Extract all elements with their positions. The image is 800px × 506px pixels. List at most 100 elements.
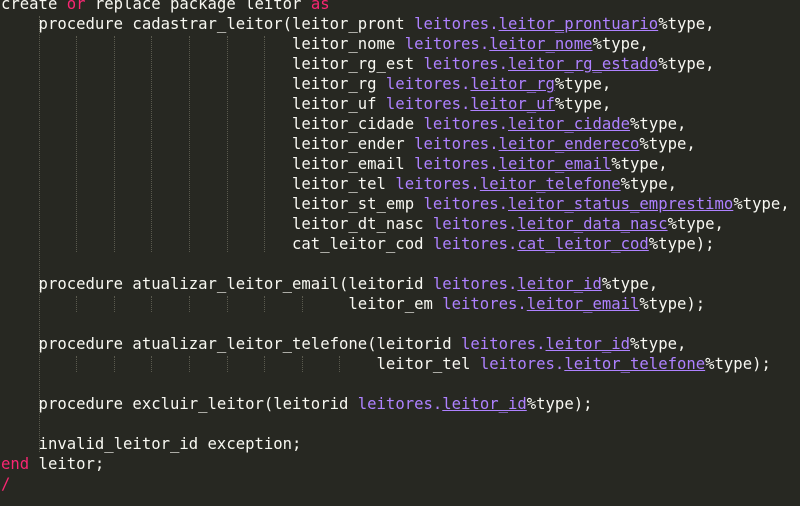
code-token: leitor_endereco xyxy=(498,135,640,153)
code-token: leitor_tel xyxy=(1,355,480,373)
code-line[interactable]: cat_leitor_cod leitores.cat_leitor_cod%t… xyxy=(1,234,790,254)
code-token: leitor_em xyxy=(1,295,443,313)
code-token: leitor_telefone xyxy=(564,355,706,373)
code-token: cat_leitor_cod xyxy=(1,235,433,253)
code-token: %type); xyxy=(705,355,771,373)
code-line[interactable]: leitor_rg leitores.leitor_rg%type, xyxy=(1,74,790,94)
code-token: leitor_rg xyxy=(470,75,555,93)
code-token: . xyxy=(432,395,443,413)
code-line[interactable]: procedure atualizar_leitor_email(leitori… xyxy=(1,274,790,294)
code-line[interactable]: leitor_tel leitores.leitor_telefone%type… xyxy=(1,174,790,194)
code-token: cat_leitor_cod xyxy=(517,235,649,253)
code-token: leitores xyxy=(414,15,490,33)
code-line[interactable]: procedure excluir_leitor(leitorid leitor… xyxy=(1,394,790,414)
code-editor[interactable]: create or replace package leitor as proc… xyxy=(0,0,800,506)
code-token: leitor_rg_est xyxy=(1,55,424,73)
code-token: leitores xyxy=(395,175,471,193)
code-line[interactable]: leitor_tel leitores.leitor_telefone%type… xyxy=(1,354,790,374)
code-token: leitores xyxy=(442,295,518,313)
code-line[interactable] xyxy=(1,374,790,394)
code-token: %type); xyxy=(639,295,706,313)
code-token: leitor_email xyxy=(1,155,415,173)
code-line[interactable]: leitor_em leitores.leitor_email%type); xyxy=(1,294,790,314)
code-token: invalid_leitor_id exception; xyxy=(1,435,302,453)
code-token: %type); xyxy=(648,235,715,253)
code-token: leitores xyxy=(404,35,480,53)
code-token: %type); xyxy=(526,395,593,413)
code-token: leitores xyxy=(423,195,499,213)
code-token: leitores xyxy=(461,335,537,353)
code-token: %type, xyxy=(620,175,677,193)
code-line[interactable] xyxy=(1,254,790,274)
code-token: %type, xyxy=(554,95,612,113)
code-token: leitores xyxy=(432,235,508,253)
code-token: leitores xyxy=(385,75,462,93)
code-line[interactable]: invalid_leitor_id exception; xyxy=(1,434,790,454)
code-token: leitor_nome xyxy=(489,35,593,53)
code-token: leitor_nome xyxy=(1,35,405,53)
code-token: leitor_rg_estado xyxy=(507,55,659,73)
code-token: . xyxy=(489,15,499,33)
code-token: %type, xyxy=(639,135,696,153)
code-token: %type, xyxy=(630,115,687,133)
code-token: . xyxy=(479,35,490,53)
code-line[interactable] xyxy=(1,414,790,434)
code-token: . xyxy=(507,215,518,233)
code-token: leitores xyxy=(385,95,462,113)
code-line[interactable]: leitor_ender leitores.leitor_endereco%ty… xyxy=(1,134,790,154)
code-token: . xyxy=(507,235,518,253)
code-line[interactable]: end leitor; xyxy=(1,454,790,474)
code-token: leitor_data_nasc xyxy=(517,215,668,233)
code-token: leitor_id xyxy=(517,275,602,293)
code-line[interactable]: leitor_cidade leitores.leitor_cidade%typ… xyxy=(1,114,790,134)
code-token: . xyxy=(461,75,471,93)
code-line[interactable]: leitor_uf leitores.leitor_uf%type, xyxy=(1,94,790,114)
code-token: leitores xyxy=(479,355,555,373)
code-token: . xyxy=(461,95,471,113)
code-line[interactable]: leitor_email leitores.leitor_email%type, xyxy=(1,154,790,174)
code-token: leitor_prontuario xyxy=(498,15,659,33)
code-token: procedure atualizar_leitor_telefone(leit… xyxy=(1,335,462,353)
code-token: leitores xyxy=(432,215,508,233)
code-token: . xyxy=(536,335,546,353)
code-token: create xyxy=(1,0,67,13)
code-token: . xyxy=(498,115,508,133)
code-token: or xyxy=(66,0,86,13)
code-token: procedure cadastrar_leitor(leitor_pront xyxy=(1,15,415,33)
code-token: leitor_st_emp xyxy=(1,195,424,213)
code-token: %type, xyxy=(554,75,612,93)
code-line[interactable]: procedure cadastrar_leitor(leitor_pront … xyxy=(1,14,790,34)
code-line[interactable]: create or replace package leitor as xyxy=(1,0,790,14)
code-token: leitor_telefone xyxy=(479,175,621,193)
code-token: leitor_email xyxy=(526,295,640,313)
code-token: leitores xyxy=(432,275,508,293)
code-token: leitor_ender xyxy=(1,135,415,153)
code-line[interactable]: leitor_rg_est leitores.leitor_rg_estado%… xyxy=(1,54,790,74)
code-token: leitor_uf xyxy=(470,95,555,113)
code-token: procedure atualizar_leitor_email(leitori… xyxy=(1,275,433,293)
code-line[interactable] xyxy=(1,314,790,334)
code-token: . xyxy=(517,295,527,313)
code-token: %type, xyxy=(667,215,724,233)
code-token: leitor_uf xyxy=(1,95,386,113)
code-line[interactable]: procedure atualizar_leitor_telefone(leit… xyxy=(1,334,790,354)
code-token: leitor; xyxy=(29,455,105,473)
code-token: %type, xyxy=(592,35,649,53)
code-token: %type, xyxy=(733,195,790,213)
code-token: %type, xyxy=(611,155,668,173)
code-token: leitor_status_emprestimo xyxy=(507,195,734,213)
code-token: procedure excluir_leitor(leitorid xyxy=(1,395,358,413)
code-line[interactable]: leitor_st_emp leitores.leitor_status_emp… xyxy=(1,194,790,214)
code-content[interactable]: create or replace package leitor as proc… xyxy=(1,0,790,494)
code-token: . xyxy=(470,175,480,193)
code-line[interactable]: leitor_nome leitores.leitor_nome%type, xyxy=(1,34,790,54)
code-token: leitor_id xyxy=(545,335,631,353)
code-token: leitores xyxy=(423,115,499,133)
code-token: . xyxy=(507,275,518,293)
code-token: %type, xyxy=(658,15,715,33)
code-line[interactable]: leitor_dt_nasc leitores.leitor_data_nasc… xyxy=(1,214,790,234)
code-token: end xyxy=(1,455,30,473)
code-line[interactable]: / xyxy=(1,474,790,494)
code-token: %type, xyxy=(601,275,659,293)
code-token: . xyxy=(489,155,499,173)
